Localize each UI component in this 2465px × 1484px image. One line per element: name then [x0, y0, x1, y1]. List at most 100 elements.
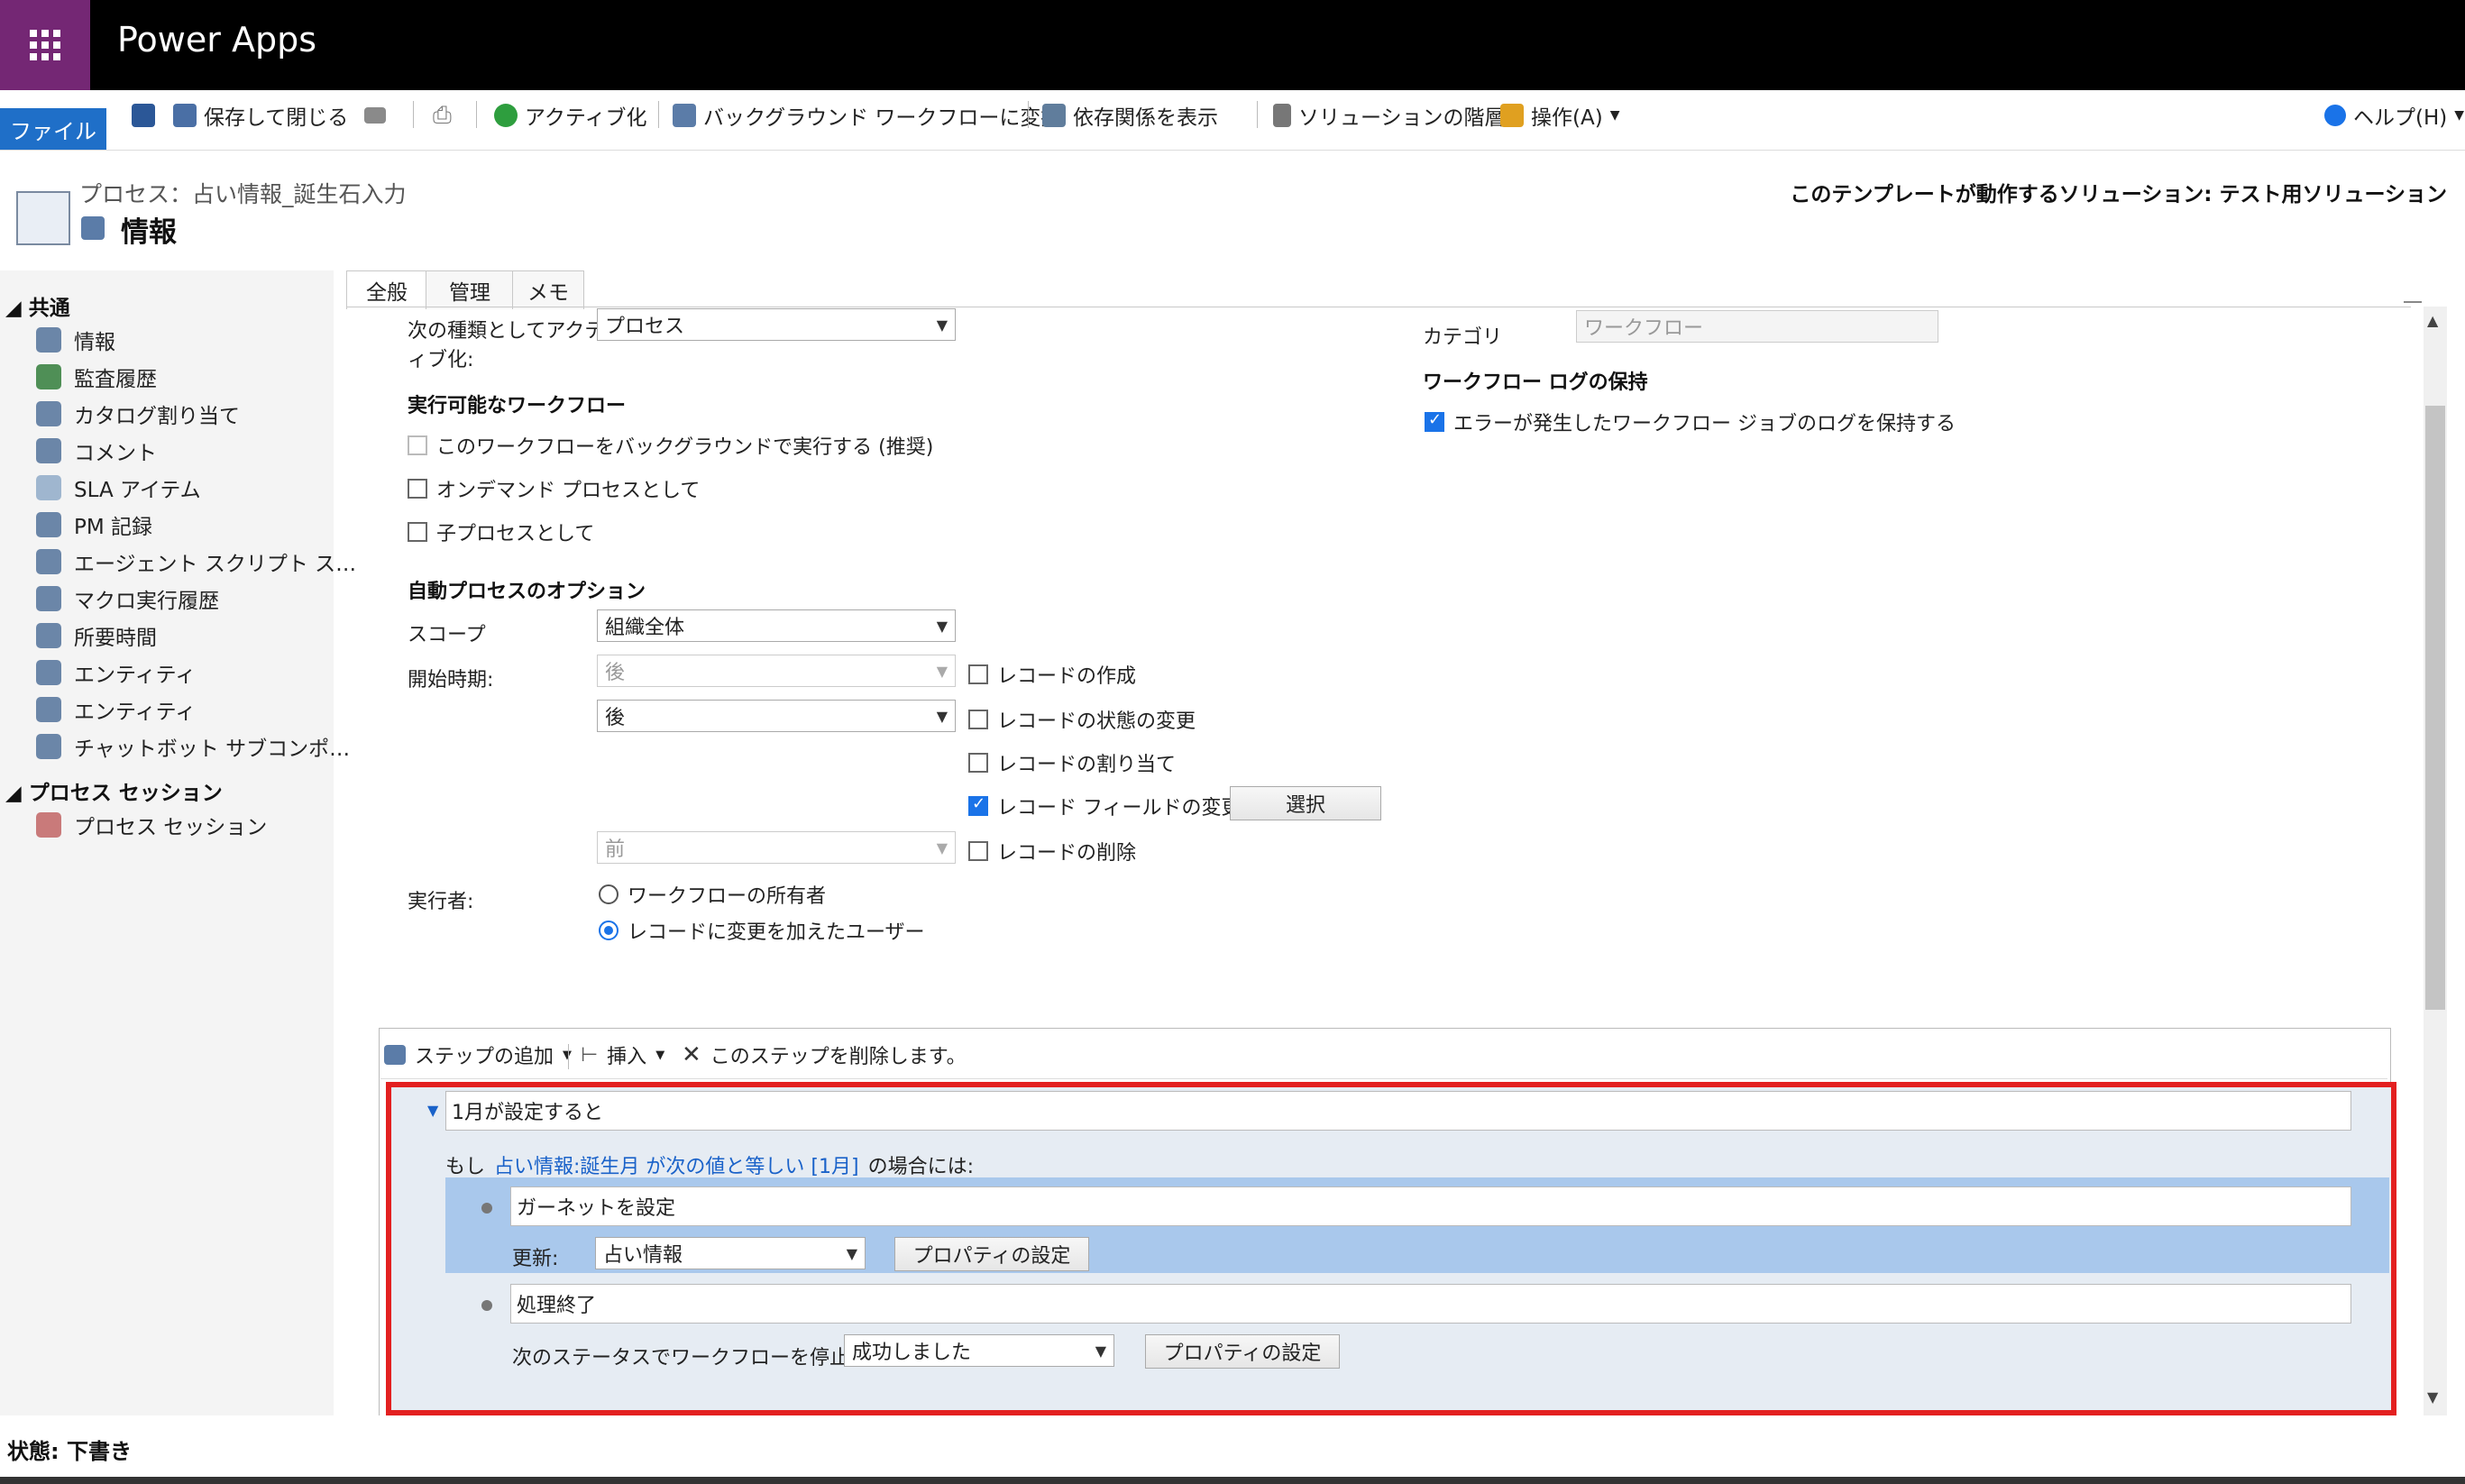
step-bullet [481, 1203, 492, 1214]
nav-item-audit-history[interactable]: 監査履歴 [36, 362, 157, 392]
nav-item-agent-script[interactable]: エージェント スクリプト ス… [36, 546, 356, 577]
chevron-down-icon: ▼ [1095, 1342, 1106, 1360]
actions-menu[interactable]: 操作(A) ▼ [1500, 99, 1619, 132]
scroll-up-icon[interactable]: ▲ [2427, 312, 2438, 329]
scroll-down-icon[interactable]: ▼ [2427, 1388, 2438, 1406]
app-launcher-button[interactable] [0, 0, 90, 90]
nav-item-pm-record[interactable]: PM 記録 [36, 509, 152, 540]
run-background-option[interactable]: このワークフローをバックグラウンドで実行する (推奨) [408, 431, 933, 460]
record-field-option[interactable]: レコード フィールドの変更 [968, 792, 1242, 820]
add-step-button[interactable]: ステップの追加▼ [384, 1040, 572, 1069]
on-demand-option[interactable]: オンデマンド プロセスとして [408, 474, 700, 503]
delete-step-button[interactable]: ✕ このステップを削除します。 [682, 1040, 967, 1069]
nav-item-info[interactable]: 情報 [36, 325, 115, 355]
chevron-down-icon: ▼ [846, 1244, 857, 1262]
nav-item-comment[interactable]: コメント [36, 435, 157, 466]
status-text: 状態: 下書き [7, 1439, 132, 1464]
nav-item-macro-history[interactable]: マクロ実行履歴 [36, 583, 219, 614]
print-icon [364, 107, 386, 124]
collapse-icon: ◢ [5, 782, 22, 805]
convert-background-button[interactable]: バックグラウンド ワークフローに変換 [673, 99, 1061, 132]
activate-as-select[interactable]: プロセス ▼ [597, 308, 956, 341]
separator [413, 101, 414, 128]
file-button[interactable]: ファイル [0, 108, 106, 150]
solution-label: このテンプレートが動作するソリューション: テスト用ソリューション [1790, 183, 2447, 206]
nav-item-process-session[interactable]: プロセス セッション [36, 810, 267, 840]
insert-button[interactable]: ⊢ 挿入 ▼ [581, 1040, 664, 1069]
record-field-checkbox[interactable] [968, 794, 988, 816]
stop-status-select[interactable]: 成功しました ▼ [844, 1334, 1114, 1367]
set-properties-button-2[interactable]: プロパティの設定 [1145, 1334, 1340, 1369]
run-as-owner-option[interactable]: ワークフローの所有者 [599, 880, 826, 909]
tab-admin[interactable]: 管理 [426, 270, 514, 309]
category-field: ワークフロー [1576, 310, 1938, 343]
scope-select[interactable]: 組織全体 ▼ [597, 609, 956, 642]
nav-section-process-session[interactable]: ◢ プロセス セッション [5, 775, 223, 806]
process-entity-icon [16, 191, 70, 245]
step2-title-input[interactable]: 処理終了 [510, 1284, 2351, 1324]
keep-log-option[interactable]: エラーが発生したワークフロー ジョブのログを保持する [1425, 408, 1956, 436]
record-assign-checkbox[interactable] [968, 753, 988, 773]
separator [658, 101, 659, 128]
nav-item-duration[interactable]: 所要時間 [36, 620, 157, 651]
gear-icon [36, 697, 61, 722]
process-icon [81, 216, 105, 240]
record-assign-option[interactable]: レコードの割り当て [968, 748, 1176, 777]
print-button[interactable] [364, 99, 386, 132]
page-title: 情報 [121, 216, 177, 249]
separator [1257, 101, 1258, 128]
gear-icon [36, 401, 61, 426]
nav-item-entity-2[interactable]: エンティティ [36, 694, 196, 725]
save-button[interactable] [132, 99, 155, 132]
record-status-checkbox[interactable] [968, 710, 988, 729]
chevron-down-icon: ▼ [655, 1048, 665, 1062]
top-bar [0, 0, 2465, 90]
scroll-thumb[interactable] [2425, 406, 2445, 1010]
step1-title-input[interactable]: ガーネットを設定 [510, 1186, 2351, 1226]
update-label: 更新: [512, 1248, 559, 1270]
select-fields-button[interactable]: 選択 [1230, 786, 1381, 820]
start-before-select-disabled: 前 ▼ [597, 831, 956, 864]
condition-title-input[interactable]: 1月が設定すると [445, 1091, 2351, 1131]
nav-item-chatbot-subcomponent[interactable]: チャットボット サブコンポ… [36, 731, 350, 762]
condition-link[interactable]: 占い情報:誕生月 が次の値と等しい [1月] [494, 1150, 859, 1179]
record-delete-option[interactable]: レコードの削除 [968, 837, 1136, 866]
start-after-select[interactable]: 後 ▼ [597, 700, 956, 732]
gear-icon [36, 660, 61, 685]
nav-item-entity-1[interactable]: エンティティ [36, 657, 196, 688]
show-dependencies-button[interactable]: 依存関係を表示 [1042, 99, 1218, 132]
record-status-option[interactable]: レコードの状態の変更 [968, 705, 1196, 734]
update-entity-select[interactable]: 占い情報 ▼ [595, 1237, 866, 1269]
expand-icon[interactable]: ▼ [427, 1102, 438, 1119]
category-label: カテゴリ [1423, 326, 1503, 349]
nav-item-sla-item[interactable]: SLA アイテム [36, 472, 201, 503]
run-as-user-radio[interactable] [599, 921, 619, 940]
record-create-option[interactable]: レコードの作成 [968, 660, 1136, 689]
app-title: Power Apps [117, 20, 317, 60]
tab-general[interactable]: 全般 [346, 270, 427, 309]
run-as-owner-radio[interactable] [599, 884, 619, 904]
activate-button[interactable]: アクティブ化 [494, 99, 646, 132]
nav-section-common[interactable]: ◢ 共通 [5, 290, 70, 321]
help-menu[interactable]: ヘルプ(H) ▼ [2324, 99, 2464, 132]
record-create-checkbox[interactable] [968, 664, 988, 684]
record-delete-checkbox[interactable] [968, 841, 988, 861]
nav-item-catalog-assignment[interactable]: カタログ割り当て [36, 398, 240, 429]
run-background-checkbox[interactable] [408, 435, 427, 455]
attach-button[interactable]: ⎙ [433, 99, 452, 132]
chevron-down-icon: ▼ [936, 662, 948, 680]
chevron-down-icon: ▼ [1609, 108, 1620, 123]
chevron-down-icon: ▼ [2454, 108, 2465, 123]
breadcrumb: プロセス：占い情報_誕生石入力 [79, 181, 407, 207]
keep-log-checkbox[interactable] [1425, 410, 1444, 432]
solution-layers-button[interactable]: ソリューションの階層 [1273, 99, 1506, 132]
on-demand-checkbox[interactable] [408, 479, 427, 499]
set-properties-button[interactable]: プロパティの設定 [894, 1237, 1089, 1271]
close-icon: ✕ [682, 1041, 701, 1068]
save-close-button[interactable]: 保存して閉じる [173, 99, 348, 132]
child-process-checkbox[interactable] [408, 522, 427, 542]
tab-notes[interactable]: メモ [512, 270, 584, 309]
run-as-label: 実行者: [408, 891, 474, 913]
child-process-option[interactable]: 子プロセスとして [408, 518, 594, 546]
run-as-user-option[interactable]: レコードに変更を加えたユーザー [599, 916, 925, 945]
